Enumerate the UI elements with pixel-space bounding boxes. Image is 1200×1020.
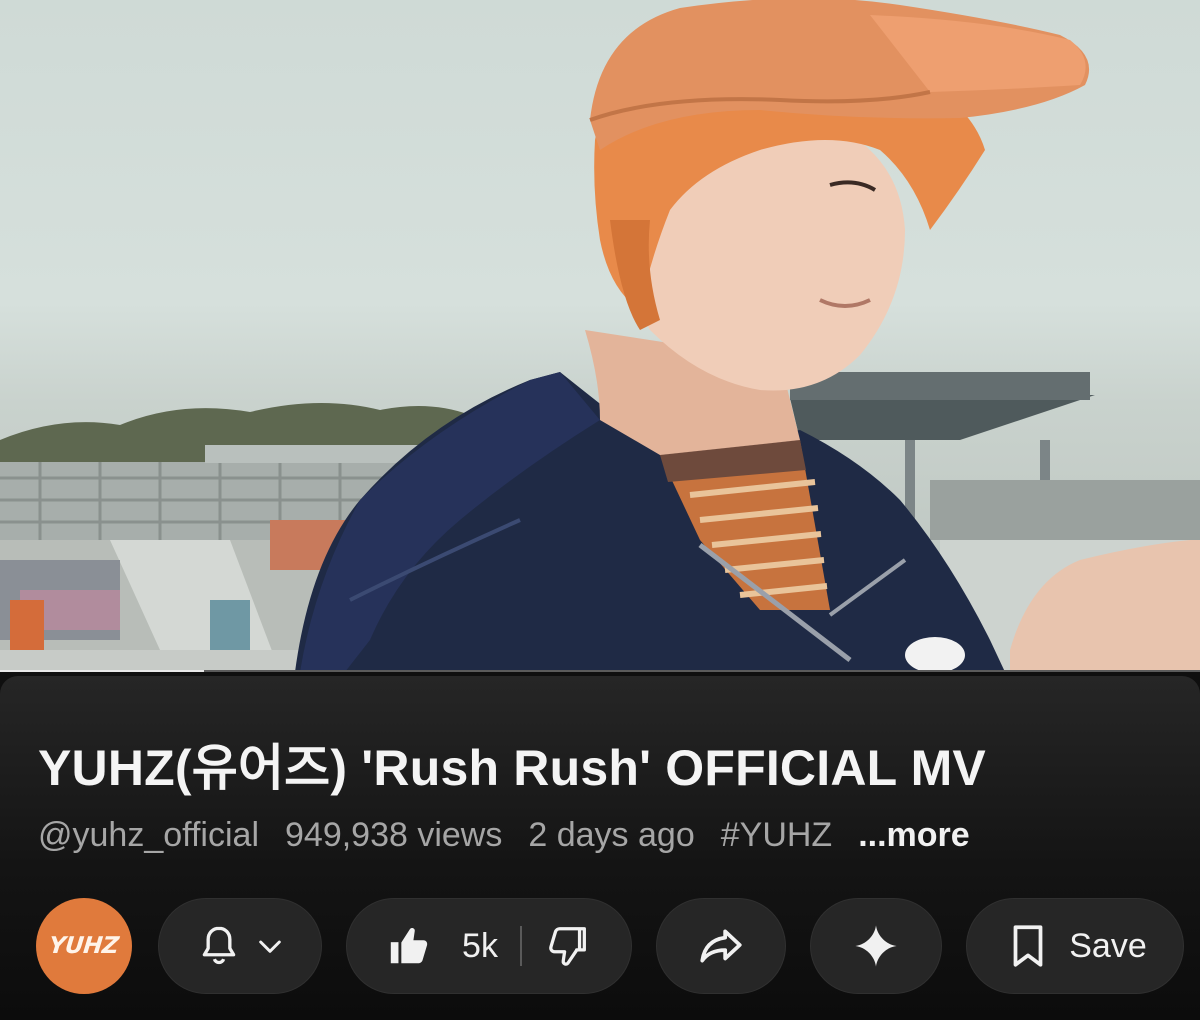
avatar-logo-text: YUHZ [47, 933, 120, 959]
like-divider [519, 926, 522, 966]
more-link[interactable]: ...more [858, 816, 969, 855]
ask-ai-button[interactable] [810, 898, 942, 994]
channel-avatar[interactable]: YUHZ [36, 898, 132, 994]
thumbs-up-icon[interactable] [386, 923, 432, 969]
save-button[interactable]: Save [966, 898, 1184, 994]
video-progress-fill [0, 670, 204, 672]
video-progress-bar[interactable] [0, 670, 1200, 672]
bell-icon [202, 926, 236, 965]
video-frame-image [0, 0, 1200, 672]
upload-date: 2 days ago [528, 816, 695, 854]
share-button[interactable] [656, 898, 786, 994]
share-icon [700, 929, 742, 963]
view-count: 949,938 views [285, 816, 503, 854]
hashtag-link[interactable]: #YUHZ [721, 816, 832, 855]
video-info-panel: YUHZ(유어즈) 'Rush Rush' OFFICIAL MV @yuhz_… [0, 676, 1200, 1020]
bookmark-icon [1013, 925, 1043, 967]
like-dislike-group: 5k [346, 898, 632, 994]
sparkle-icon [855, 925, 897, 967]
channel-handle[interactable]: @yuhz_official [38, 816, 259, 855]
subscribed-notifications-button[interactable] [158, 898, 322, 994]
like-count: 5k [462, 926, 498, 965]
video-meta-row[interactable]: @yuhz_official 949,938 views 2 days ago … [38, 816, 970, 855]
thumbs-down-icon[interactable] [546, 923, 592, 969]
video-title[interactable]: YUHZ(유어즈) 'Rush Rush' OFFICIAL MV [38, 728, 986, 800]
save-label: Save [1069, 926, 1147, 965]
action-row: YUHZ 5k Save [0, 898, 1200, 996]
video-player[interactable] [0, 0, 1200, 672]
chevron-down-icon [259, 940, 281, 953]
